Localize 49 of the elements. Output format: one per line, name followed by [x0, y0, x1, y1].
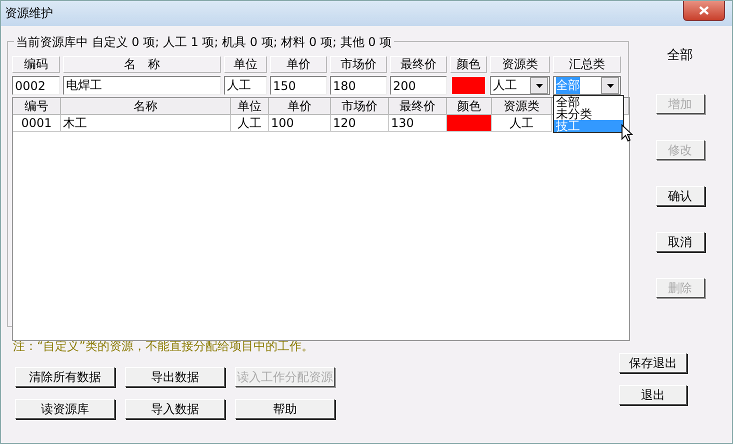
- table-header: 资源类: [492, 98, 552, 115]
- table-header: 单价: [269, 98, 331, 115]
- unit-field[interactable]: 人工: [224, 76, 267, 95]
- column-header: 编码: [12, 56, 60, 73]
- table-cell: 0001: [13, 115, 61, 132]
- market-price-field[interactable]: 180: [330, 76, 387, 95]
- table-cell: 120: [331, 115, 389, 132]
- exit-button[interactable]: 保存退出: [619, 353, 687, 373]
- table-header: 市场价: [331, 98, 389, 115]
- final-price-field[interactable]: 200: [390, 76, 447, 95]
- dropdown-option[interactable]: 全部: [554, 96, 623, 108]
- color-swatch[interactable]: [452, 77, 485, 94]
- action-button[interactable]: 取消: [656, 232, 704, 252]
- column-header: 名 称: [63, 56, 221, 73]
- table-cell: 100: [269, 115, 331, 132]
- column-header: 市场价: [330, 56, 387, 73]
- column-header: 单价: [270, 56, 327, 73]
- data-button[interactable]: 导出数据: [125, 367, 225, 387]
- column-header: 最终价: [390, 56, 447, 73]
- data-button[interactable]: 清除所有数据: [15, 367, 115, 387]
- close-button[interactable]: [683, 1, 725, 21]
- table-header: 单位: [231, 98, 269, 115]
- close-icon: [699, 6, 709, 15]
- dropdown-arrow-icon: [536, 84, 542, 88]
- dropdown-option[interactable]: 未分类: [554, 108, 623, 120]
- table-cell: 人工: [492, 115, 552, 132]
- data-button[interactable]: 帮助: [235, 399, 335, 419]
- column-header: 资源类: [490, 56, 550, 73]
- column-header: 单位: [224, 56, 267, 73]
- table-header: 名称: [61, 98, 231, 115]
- table-header: 最终价: [389, 98, 447, 115]
- code-field[interactable]: 0002: [12, 76, 60, 95]
- action-button[interactable]: 确认: [656, 186, 704, 206]
- exit-button[interactable]: 退出: [619, 385, 687, 405]
- resource-type-dropdown[interactable]: 人工: [490, 76, 550, 95]
- group-legend: 当前资源库中 自定义 0 项; 人工 1 项; 机具 0 项; 材料 0 项; 其他 0 项: [14, 34, 394, 51]
- table-cell: 人工: [231, 115, 269, 132]
- table-header: 颜色: [447, 98, 492, 115]
- price-field[interactable]: 150: [270, 76, 327, 95]
- window-title: 资源维护: [5, 5, 53, 22]
- summary-label: 全部: [667, 47, 693, 64]
- data-button[interactable]: 导入数据: [125, 399, 225, 419]
- table-cell: 木工: [61, 115, 231, 132]
- name-field[interactable]: 电焊工: [63, 76, 221, 95]
- column-header: 汇总类: [553, 56, 621, 73]
- dropdown-arrow-icon: [606, 84, 614, 88]
- column-header: 颜色: [450, 56, 487, 73]
- data-button[interactable]: 读资源库: [15, 399, 115, 419]
- table-header: 编号: [13, 98, 61, 115]
